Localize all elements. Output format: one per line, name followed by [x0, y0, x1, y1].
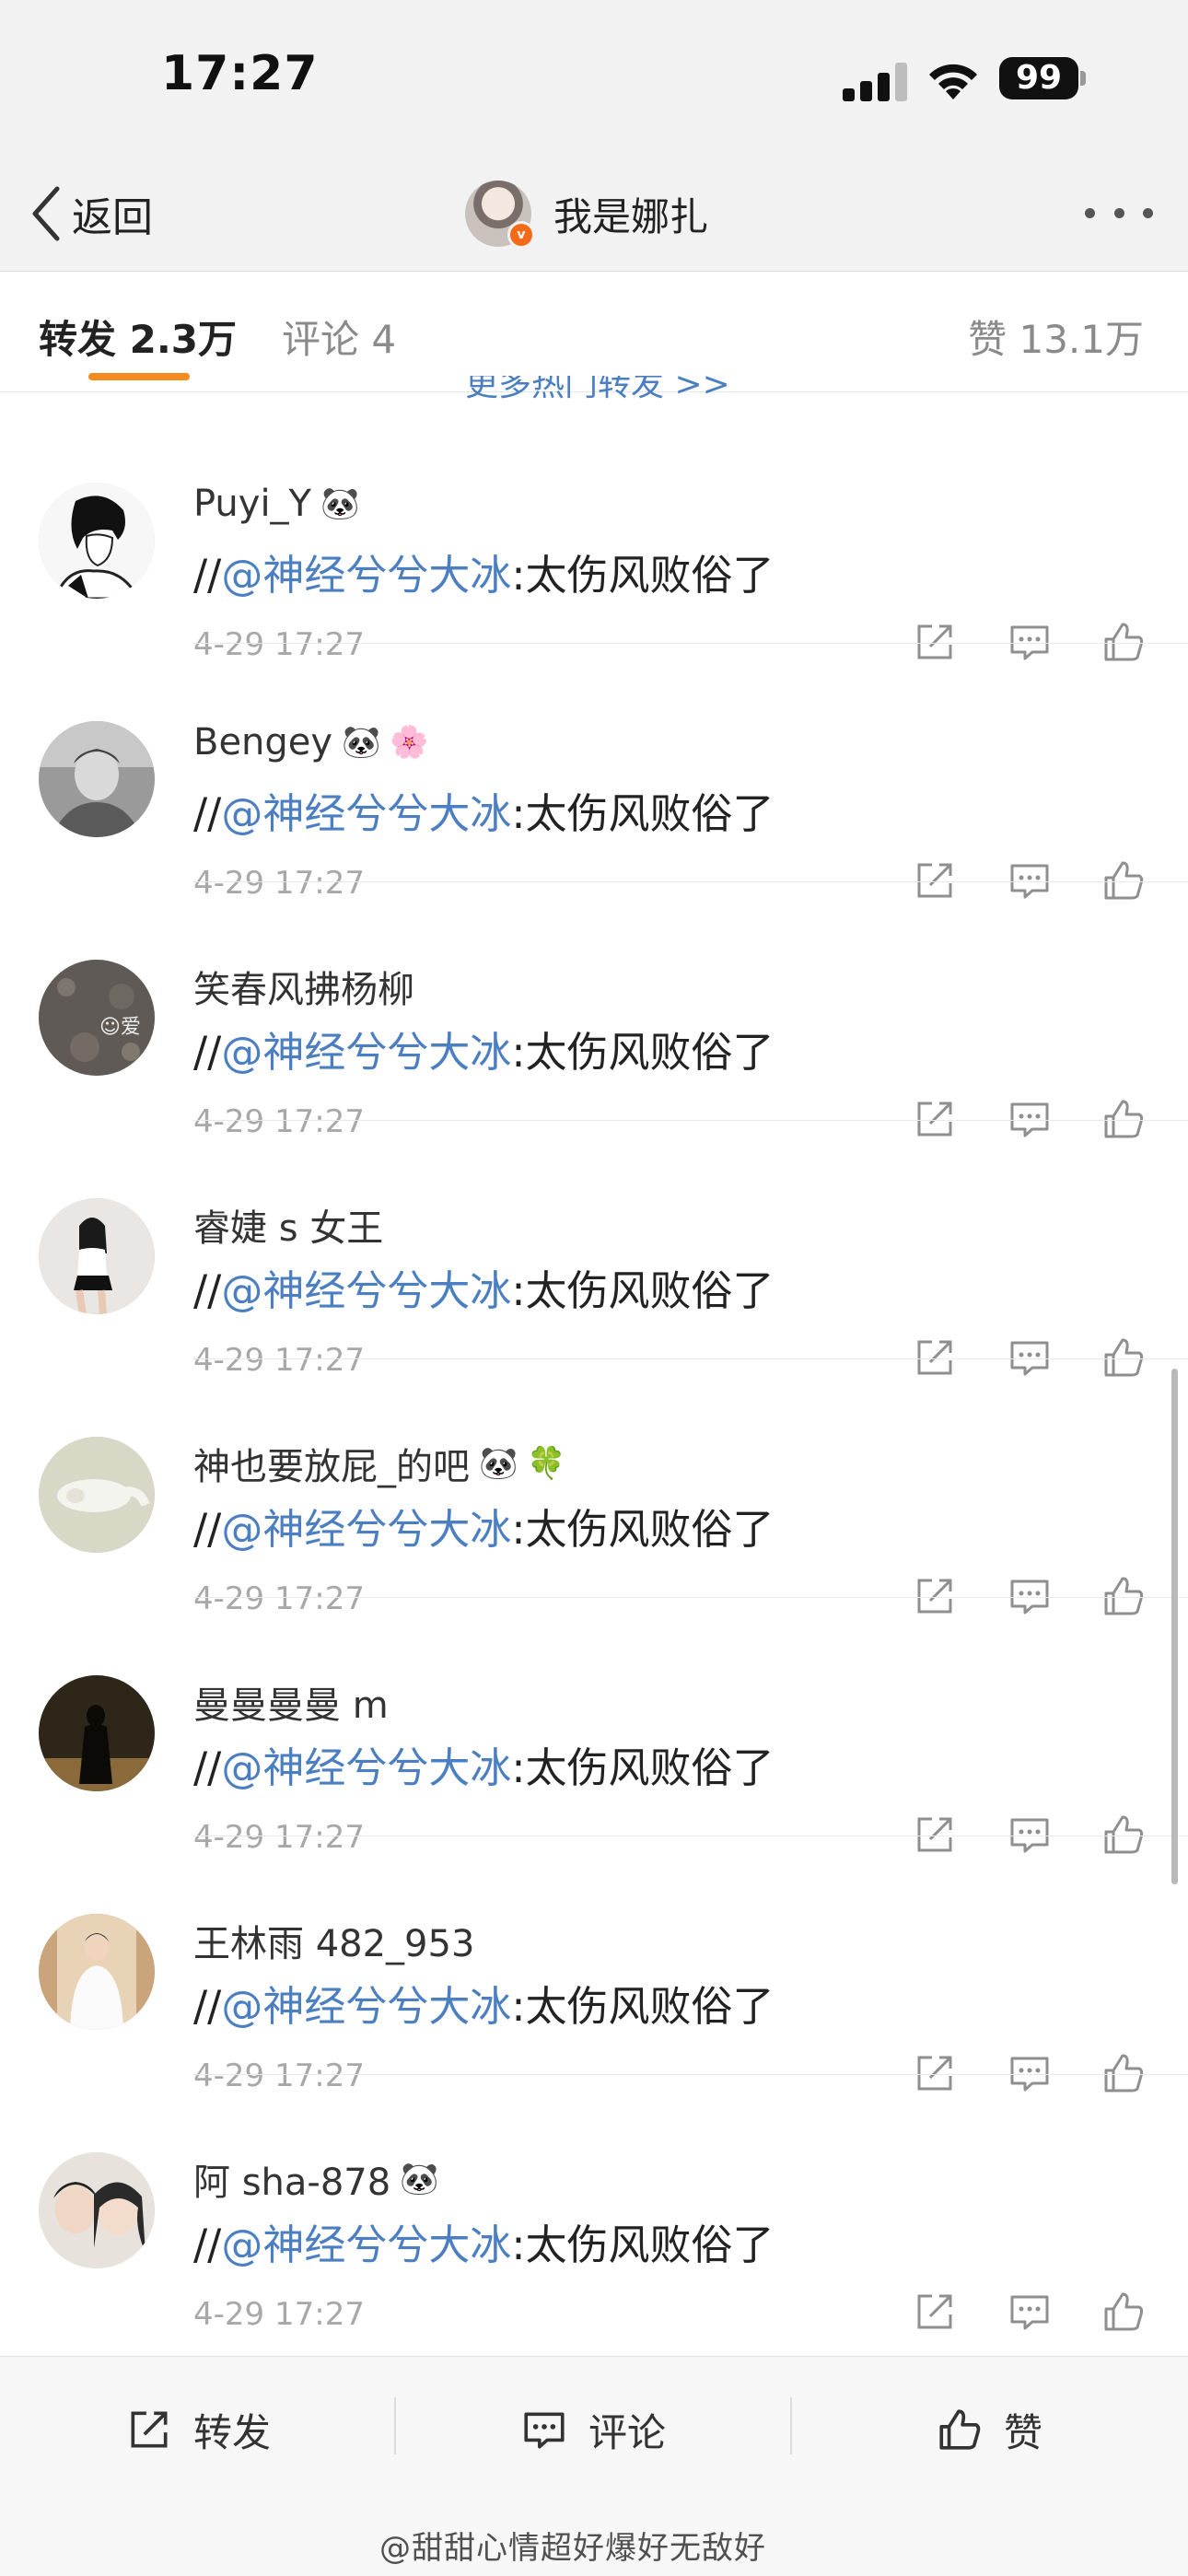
repost-text: //@神经兮兮大冰:太伤风败俗了 — [193, 2220, 775, 2269]
avatar[interactable] — [39, 2152, 155, 2268]
mention-link[interactable]: @神经兮兮大冰 — [221, 1266, 511, 1315]
username[interactable]: 笑春风拂杨柳 — [193, 960, 414, 1013]
repost-text: //@神经兮兮大冰:太伤风败俗了 — [193, 789, 775, 838]
avatar[interactable] — [39, 1437, 155, 1553]
panda-badge-icon: 🐼 — [479, 1445, 518, 1482]
avatar[interactable]: ☺爱 — [39, 960, 155, 1076]
battery-level: 99 — [999, 57, 1078, 99]
more-options-icon[interactable] — [1085, 197, 1153, 228]
repost-text: //@神经兮兮大冰:太伤风败俗了 — [193, 1982, 775, 2031]
avatar[interactable] — [39, 721, 155, 837]
row-actions — [912, 2289, 1151, 2335]
username[interactable]: Bengey 🐼 🌸 — [193, 721, 429, 763]
list-item[interactable]: 王林雨 482_953 //@神经兮兮大冰:太伤风败俗了 4-29 17:27 — [0, 1836, 1188, 2094]
timestamp: 4-29 17:27 — [193, 2296, 365, 2333]
repost-text: //@神经兮兮大冰:太伤风败俗了 — [193, 1266, 775, 1315]
chevron-left-icon — [32, 186, 60, 241]
watermark: @甜甜心情超好爆好无敌好 — [379, 2530, 766, 2567]
mention-link[interactable]: @神经兮兮大冰 — [221, 1982, 511, 2031]
cellular-signal-icon — [843, 63, 909, 101]
panda-badge-icon: 🐼 — [400, 2161, 439, 2197]
divider — [790, 2397, 792, 2454]
repost-button[interactable]: 转发 — [125, 2397, 271, 2462]
tab-bar: 转发 2.3万 评论 4 赞 13.1万 — [0, 272, 1188, 392]
repost-text: //@神经兮兮大冰:太伤风败俗了 — [193, 1505, 775, 1554]
like-button[interactable]: 赞 — [936, 2397, 1042, 2462]
nav-bar: 返回 v 我是娜扎 — [0, 157, 1188, 272]
battery-tip — [1080, 71, 1086, 86]
username[interactable]: 王林雨 482_953 — [193, 1914, 474, 1967]
list-item[interactable]: Bengey 🐼 🌸 //@神经兮兮大冰:太伤风败俗了 4-29 17:27 — [0, 644, 1188, 902]
panda-badge-icon: 🐼 — [342, 724, 381, 761]
repost-button-label: 转发 — [193, 2409, 272, 2455]
avatar[interactable] — [39, 1914, 155, 2030]
bottom-toolbar: 转发 评论 赞 @甜甜心情超好爆好无敌好 — [0, 2356, 1188, 2576]
back-button[interactable]: 返回 — [28, 181, 153, 247]
verified-badge-icon: v — [507, 221, 535, 249]
repost-list: Puyi_Y 🐼 //@神经兮兮大冰:太伤风败俗了 4-29 17:27 Beng… — [0, 405, 1188, 2356]
nav-user[interactable]: v 我是娜扎 — [465, 173, 708, 254]
status-time: 17:27 — [161, 46, 319, 101]
tab-comment[interactable]: 评论 4 — [282, 309, 396, 365]
tab-like[interactable]: 赞 13.1万 — [968, 309, 1144, 365]
avatar[interactable]: v — [465, 181, 535, 249]
comment-button[interactable]: 评论 — [520, 2397, 666, 2462]
flower-badge-icon: 🌸 — [390, 724, 429, 761]
back-label: 返回 — [72, 194, 153, 241]
scrollbar[interactable] — [1171, 1369, 1178, 1884]
repost-icon[interactable] — [912, 2289, 958, 2335]
panda-badge-icon: 🐼 — [320, 485, 360, 522]
list-item[interactable]: Puyi_Y 🐼 //@神经兮兮大冰:太伤风败俗了 4-29 17:27 — [0, 405, 1188, 663]
list-item[interactable]: 阿 sha-878 🐼 //@神经兮兮大冰:太伤风败俗了 4-29 17:27 — [0, 2075, 1188, 2333]
list-item[interactable]: 神也要放屁_的吧 🐼 🍀 //@神经兮兮大冰:太伤风败俗了 4-29 17:27 — [0, 1359, 1188, 1617]
like-icon — [939, 2409, 981, 2450]
clover-badge-icon: 🍀 — [527, 1445, 566, 1482]
like-button-label: 赞 — [1004, 2409, 1043, 2455]
repost-text: //@神经兮兮大冰:太伤风败俗了 — [193, 551, 775, 600]
list-item[interactable]: 曼曼曼曼 m //@神经兮兮大冰:太伤风败俗了 4-29 17:27 — [0, 1598, 1188, 1856]
comment-icon — [524, 2412, 565, 2449]
mention-link[interactable]: @神经兮兮大冰 — [221, 1743, 511, 1792]
username[interactable]: 阿 sha-878 🐼 — [193, 2152, 439, 2206]
avatar[interactable] — [39, 1675, 155, 1791]
page-title: 我是娜扎 — [553, 193, 709, 239]
mention-link[interactable]: @神经兮兮大冰 — [221, 1505, 511, 1554]
username[interactable]: Puyi_Y 🐼 — [193, 483, 359, 525]
username[interactable]: 曼曼曼曼 m — [193, 1675, 389, 1729]
username[interactable]: 神也要放屁_的吧 🐼 🍀 — [193, 1437, 566, 1490]
mention-link[interactable]: @神经兮兮大冰 — [221, 789, 511, 838]
divider — [394, 2397, 396, 2454]
mention-link[interactable]: @神经兮兮大冰 — [221, 551, 511, 600]
like-icon[interactable] — [1101, 2289, 1147, 2335]
repost-icon — [131, 2411, 168, 2448]
list-item[interactable]: ☺爱 笑春风拂杨柳 //@神经兮兮大冰:太伤风败俗了 4-29 17:27 — [0, 882, 1188, 1140]
comment-icon[interactable] — [1007, 2289, 1053, 2335]
username[interactable]: 睿婕 s 女王 — [193, 1198, 383, 1252]
repost-text: //@神经兮兮大冰:太伤风败俗了 — [193, 1743, 775, 1792]
active-tab-indicator — [88, 373, 190, 380]
mention-link[interactable]: @神经兮兮大冰 — [221, 1028, 511, 1077]
wifi-icon — [929, 64, 977, 99]
list-item[interactable]: 睿婕 s 女王 //@神经兮兮大冰:太伤风败俗了 4-29 17:27 — [0, 1121, 1188, 1379]
comment-button-label: 评论 — [588, 2409, 667, 2455]
status-bar: 17:27 99 — [0, 0, 1188, 157]
svg-text:☺爱: ☺爱 — [99, 1016, 141, 1039]
mention-link[interactable]: @神经兮兮大冰 — [221, 2220, 511, 2269]
avatar[interactable] — [39, 483, 155, 599]
avatar[interactable] — [39, 1198, 155, 1314]
repost-text: //@神经兮兮大冰:太伤风败俗了 — [193, 1028, 775, 1077]
more-hot-reposts-link[interactable]: 更多热门转发 >> — [465, 376, 730, 403]
tab-repost[interactable]: 转发 2.3万 — [39, 309, 237, 365]
